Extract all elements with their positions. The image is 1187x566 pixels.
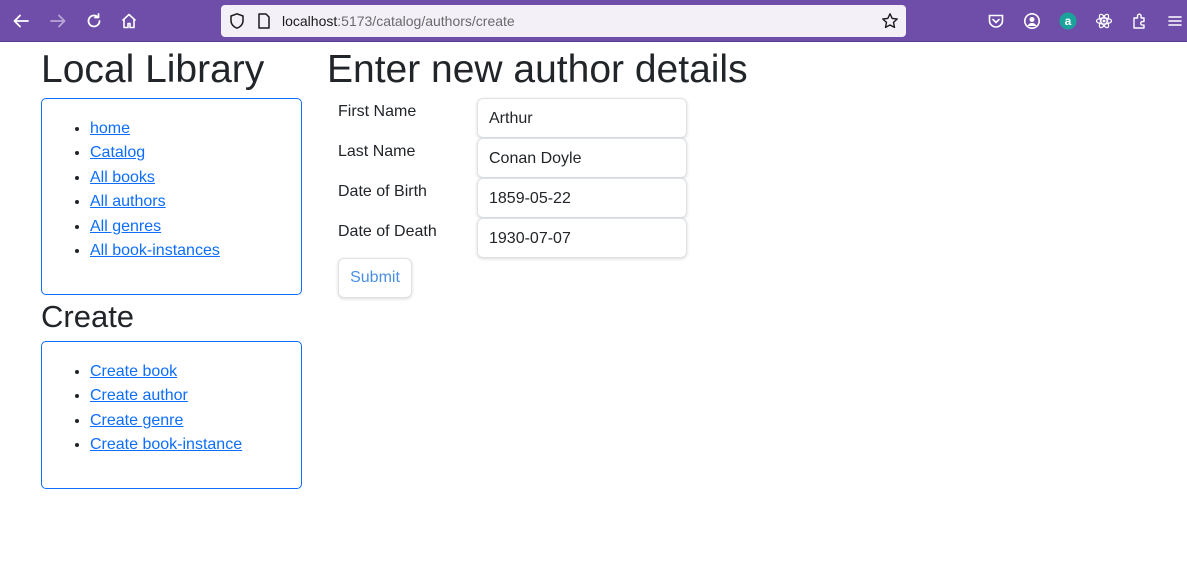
last-name-label: Last Name [338,143,416,160]
account-button[interactable] [1020,9,1044,33]
pocket-icon [988,14,1004,28]
create-item: Create book-instance [90,433,301,457]
nav-item: All book-instances [90,239,301,263]
extension-a-icon: a [1059,12,1077,30]
extension-a-button[interactable]: a [1056,9,1080,33]
url-bar[interactable]: localhost:5173/catalog/authors/create [221,5,906,37]
svg-text:a: a [1065,14,1072,28]
nav-list: home Catalog All books All authors All g… [42,117,301,263]
url-host: localhost [282,13,338,29]
create-genre-link[interactable]: Create genre [90,412,183,429]
create-heading: Create [41,299,135,334]
back-icon [13,14,29,28]
submit-button[interactable]: Submit [338,258,412,298]
extensions-button[interactable] [1128,9,1152,33]
create-item: Create author [90,384,301,408]
url-path: :5173/catalog/authors/create [337,13,515,29]
home-icon [121,13,137,29]
nav-link-all-genres[interactable]: All genres [90,218,161,235]
create-list: Create book Create author Create genre C… [42,360,301,458]
reload-icon [87,13,101,28]
sidebar-nav: home Catalog All books All authors All g… [41,98,302,295]
nav-item: All authors [90,190,301,214]
nav-link-catalog[interactable]: Catalog [90,144,145,161]
star-icon[interactable] [881,12,899,30]
shield-icon[interactable] [228,12,246,30]
account-icon [1024,13,1040,29]
extensions-icon [1133,13,1145,29]
site-title: Local Library [41,48,265,91]
date-of-birth-input[interactable]: 1859-05-22 [477,178,687,218]
date-of-birth-label: Date of Birth [338,183,427,200]
date-of-death-input[interactable]: 1930-07-07 [477,218,687,258]
create-book-link[interactable]: Create book [90,363,177,380]
last-name-input[interactable]: Conan Doyle [477,138,687,178]
menu-icon [1168,16,1182,26]
date-of-death-label: Date of Death [338,223,437,240]
nav-link-all-book-instances[interactable]: All book-instances [90,242,220,259]
create-author-link[interactable]: Create author [90,387,188,404]
first-name-input[interactable]: Arthur [477,98,687,138]
page-icon[interactable] [255,12,273,30]
create-nav: Create book Create author Create genre C… [41,341,302,489]
home-button[interactable] [117,9,141,33]
nav-item: home [90,117,301,141]
page-title: Enter new author details [327,48,748,91]
create-book-instance-link[interactable]: Create book-instance [90,436,242,453]
back-button[interactable] [9,9,33,33]
create-item: Create book [90,360,301,384]
nav-link-home[interactable]: home [90,120,130,137]
forward-icon [50,14,66,28]
pocket-button[interactable] [984,9,1008,33]
forward-button[interactable] [46,9,70,33]
url-text: localhost:5173/catalog/authors/create [282,5,515,37]
browser-toolbar: localhost:5173/catalog/authors/create a [0,0,1187,42]
reload-button[interactable] [82,9,106,33]
nav-item: All books [90,166,301,190]
nav-item: Catalog [90,141,301,165]
first-name-label: First Name [338,103,417,120]
react-devtools-button[interactable] [1092,9,1116,33]
create-item: Create genre [90,409,301,433]
react-icon [1095,13,1113,29]
nav-link-all-books[interactable]: All books [90,169,155,186]
nav-link-all-authors[interactable]: All authors [90,193,166,210]
menu-button[interactable] [1163,9,1187,33]
nav-item: All genres [90,215,301,239]
